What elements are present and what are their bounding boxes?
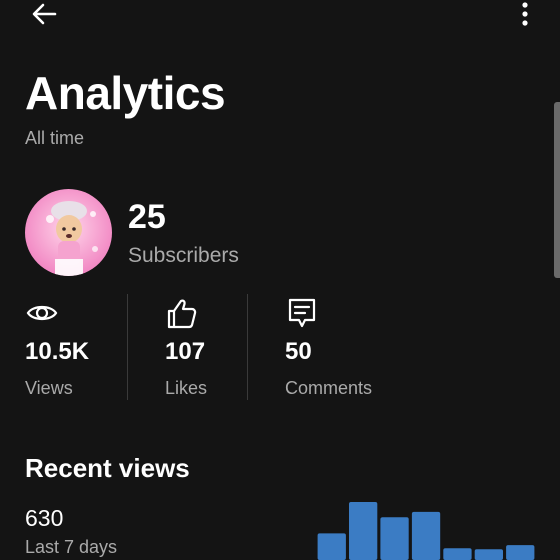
stat-divider <box>127 294 128 400</box>
likes-stat[interactable]: 107 Likes <box>165 294 245 404</box>
chart-bar[interactable] <box>506 545 535 560</box>
avatar <box>25 189 112 276</box>
views-label: Views <box>25 378 73 398</box>
recent-views-period: Last 7 days <box>25 537 118 557</box>
back-arrow-icon <box>32 3 57 25</box>
subscribers-count: 25 <box>128 198 166 236</box>
recent-views-chart[interactable] <box>316 490 536 560</box>
more-vert-icon <box>522 2 528 26</box>
views-stat[interactable]: 10.5K Views <box>25 294 125 404</box>
chart-bar[interactable] <box>474 549 503 560</box>
views-value: 10.5K <box>25 338 90 365</box>
chart-bar[interactable] <box>411 511 441 560</box>
chart-bar[interactable] <box>317 533 346 560</box>
likes-label: Likes <box>165 378 208 398</box>
comments-stat[interactable]: 50 Comments <box>285 294 405 404</box>
scrollbar[interactable] <box>554 102 560 278</box>
period-label: All time <box>25 128 85 148</box>
eye-icon <box>26 305 58 321</box>
subscribers-label: Subscribers <box>128 244 239 267</box>
more-options-button[interactable] <box>510 0 540 30</box>
back-button[interactable] <box>22 0 66 30</box>
chart-bar[interactable] <box>349 502 378 560</box>
recent-views-count: 630 <box>25 505 64 531</box>
stat-divider <box>247 294 248 400</box>
page-title: Analytics <box>25 67 226 119</box>
likes-value: 107 <box>165 338 206 365</box>
comments-value: 50 <box>285 338 312 365</box>
thumbs-up-icon <box>167 299 197 329</box>
chart-bar[interactable] <box>443 548 472 560</box>
comment-icon <box>288 298 316 328</box>
recent-views-title: Recent views <box>25 453 190 483</box>
comments-label: Comments <box>285 378 373 398</box>
chart-bar[interactable] <box>380 517 409 560</box>
